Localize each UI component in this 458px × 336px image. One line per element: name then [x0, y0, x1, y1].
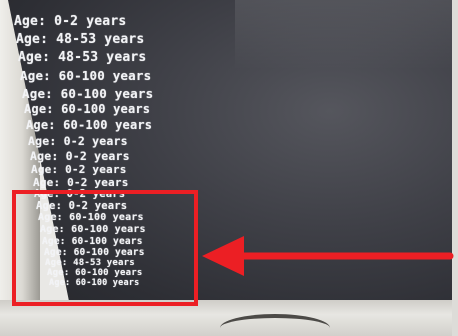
- screen-reflection: [235, 0, 458, 70]
- log-line: Age: 60-100 years: [24, 102, 151, 116]
- monitor-stand: [220, 314, 330, 336]
- log-line: Age: 0-2 years: [31, 163, 127, 176]
- annotation-arrow-icon: [202, 236, 454, 276]
- log-line: Age: 48-53 years: [18, 50, 147, 65]
- log-line: Age: 0-2 years: [14, 14, 127, 29]
- log-line: Age: 0-2 years: [28, 134, 128, 148]
- log-line: Age: 60-100 years: [20, 68, 152, 83]
- log-line: Age: 60-100 years: [26, 118, 153, 132]
- highlight-box: [12, 190, 198, 306]
- log-line: Age: 0-2 years: [30, 149, 130, 163]
- log-line: Age: 60-100 years: [22, 86, 154, 101]
- log-line: Age: 48-53 years: [16, 32, 145, 47]
- photo: Age: 0-2 years Age: 48-53 years Age: 48-…: [0, 0, 458, 336]
